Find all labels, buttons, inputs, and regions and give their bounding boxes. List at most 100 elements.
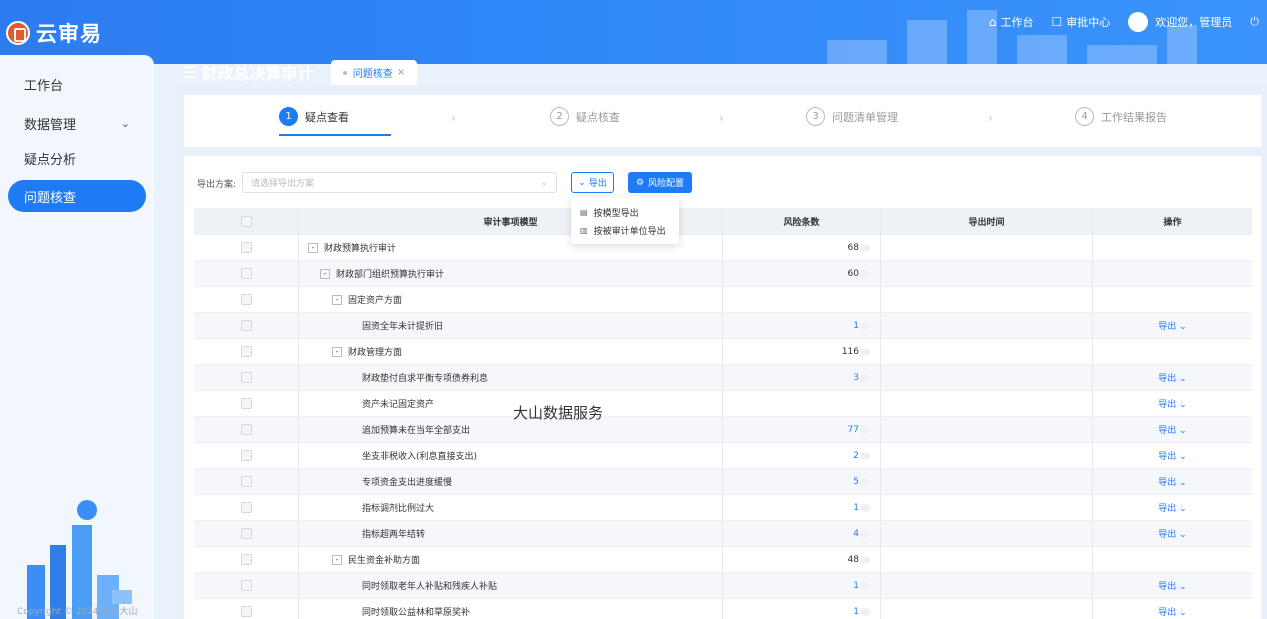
menu-item-export-by-unit[interactable]: ▥ 按被审计单位导出 xyxy=(571,221,679,239)
step-number: 1 xyxy=(279,107,298,126)
row-export-link[interactable]: 导出 ⌄ xyxy=(1158,449,1186,462)
sidebar-item-workbench[interactable]: 工作台 xyxy=(8,68,146,100)
risk-count[interactable]: 3 xyxy=(723,365,881,391)
risk-config-button[interactable]: ⚙ 风险配置 xyxy=(628,172,692,193)
checkbox[interactable] xyxy=(240,580,252,591)
export-plan-label: 导出方案: xyxy=(197,180,237,190)
checkbox[interactable] xyxy=(240,502,252,513)
checkbox[interactable] xyxy=(240,554,252,565)
chevron-down-icon: ⌄ xyxy=(1176,582,1187,592)
checkbox[interactable] xyxy=(240,372,252,383)
collapse-icon[interactable]: - xyxy=(332,294,342,305)
row-export-link[interactable]: 导出 ⌄ xyxy=(1158,397,1186,410)
risk-count-value: 1 xyxy=(853,606,859,617)
sidebar-item-suspect-analysis[interactable]: 疑点分析 xyxy=(8,142,146,174)
risk-count[interactable]: 1 xyxy=(723,573,881,599)
app-logo[interactable]: 云审易 xyxy=(6,18,102,48)
row-export-link[interactable]: 导出 ⌄ xyxy=(1158,319,1186,332)
app-name: 云审易 xyxy=(36,22,102,46)
export-button[interactable]: ⌄ 导出 xyxy=(571,172,614,193)
approval-center-link[interactable]: ☐ 审批中心 xyxy=(1052,14,1111,30)
row-select[interactable] xyxy=(194,287,299,313)
close-icon[interactable]: × xyxy=(397,67,405,78)
step-2[interactable]: 2 疑点核查 xyxy=(550,107,620,126)
row-select[interactable] xyxy=(194,599,299,619)
checkbox[interactable] xyxy=(240,320,252,331)
checkbox[interactable] xyxy=(240,424,252,435)
row-export-link[interactable]: 导出 ⌄ xyxy=(1158,423,1186,436)
checkbox[interactable] xyxy=(240,398,252,409)
risk-count[interactable]: 1 xyxy=(723,313,881,339)
collapse-icon[interactable]: - xyxy=(308,242,318,253)
row-select[interactable] xyxy=(194,313,299,339)
export-time xyxy=(881,417,1093,443)
step-1[interactable]: 1 疑点查看 xyxy=(279,107,349,126)
row-export-link[interactable]: 导出 ⌄ xyxy=(1158,371,1186,384)
row-select[interactable] xyxy=(194,339,299,365)
user-menu[interactable]: 欢迎您，管理员 xyxy=(1128,12,1232,32)
step-label: 问题清单管理 xyxy=(832,110,898,124)
row-export-label: 导出 xyxy=(1158,478,1177,488)
sidebar-item-data-management[interactable]: 数据管理 ⌄ xyxy=(8,107,146,139)
redaction-mark xyxy=(860,373,870,382)
model-name: 民生资金补助方面 xyxy=(348,556,421,566)
header-select-all[interactable] xyxy=(194,208,299,235)
tab-issue-verification[interactable]: 问题核查 × xyxy=(331,60,417,85)
row-select[interactable] xyxy=(194,495,299,521)
checkbox[interactable] xyxy=(240,242,252,253)
export-time xyxy=(881,313,1093,339)
building-icon: ▥ xyxy=(580,225,588,235)
chevron-down-icon: ⌄ xyxy=(120,116,130,130)
menu-icon[interactable]: ☰ xyxy=(183,63,197,82)
risk-count[interactable] xyxy=(723,391,881,417)
row-select[interactable] xyxy=(194,365,299,391)
step-3[interactable]: 3 问题清单管理 xyxy=(806,107,898,126)
risk-count[interactable]: 1 xyxy=(723,495,881,521)
row-export-link[interactable]: 导出 ⌄ xyxy=(1158,475,1186,488)
row-select[interactable] xyxy=(194,573,299,599)
risk-count: 68 xyxy=(723,235,881,261)
collapse-icon[interactable]: - xyxy=(332,554,342,565)
row-export-link[interactable]: 导出 ⌄ xyxy=(1158,527,1186,540)
risk-count: 48 xyxy=(723,547,881,573)
menu-item-export-by-model[interactable]: ▤ 按模型导出 xyxy=(571,203,679,221)
export-plan-select[interactable]: 请选择导出方案 ⌄ xyxy=(242,172,557,193)
collapse-icon[interactable]: - xyxy=(320,268,330,279)
checkbox[interactable] xyxy=(240,215,252,227)
row-select[interactable] xyxy=(194,391,299,417)
checkbox[interactable] xyxy=(240,268,252,279)
redaction-mark xyxy=(860,607,870,616)
row-select[interactable] xyxy=(194,235,299,261)
risk-count[interactable]: 77 xyxy=(723,417,881,443)
row-export-link[interactable]: 导出 ⌄ xyxy=(1158,501,1186,514)
checkbox[interactable] xyxy=(240,528,252,539)
checkbox[interactable] xyxy=(240,450,252,461)
collapse-icon[interactable]: - xyxy=(332,346,342,357)
table-row: - 财政预算执行审计 68 xyxy=(194,235,1252,261)
row-select[interactable] xyxy=(194,261,299,287)
checkbox[interactable] xyxy=(240,346,252,357)
step-4[interactable]: 4 工作结果报告 xyxy=(1075,107,1167,126)
checkbox[interactable] xyxy=(240,606,252,617)
row-export-link[interactable]: 导出 ⌄ xyxy=(1158,579,1186,592)
export-time xyxy=(881,365,1093,391)
chevron-down-icon: ⌄ xyxy=(1176,322,1187,332)
risk-count[interactable]: 5 xyxy=(723,469,881,495)
risk-count-value: 116 xyxy=(841,346,859,357)
model-cell: 指标调剂比例过大 xyxy=(299,495,723,521)
sidebar-item-issue-verification[interactable]: 问题核查 xyxy=(8,180,146,212)
checkbox[interactable] xyxy=(240,476,252,487)
row-select[interactable] xyxy=(194,521,299,547)
logout-button[interactable]: ⏻ xyxy=(1250,15,1259,29)
row-export-link[interactable]: 导出 ⌄ xyxy=(1158,605,1186,618)
workbench-link[interactable]: ⌂ 工作台 xyxy=(989,14,1034,30)
checkbox[interactable] xyxy=(240,294,252,305)
row-select[interactable] xyxy=(194,547,299,573)
risk-count[interactable]: 2 xyxy=(723,443,881,469)
risk-count[interactable]: 1 xyxy=(723,599,881,619)
risk-count[interactable]: 4 xyxy=(723,521,881,547)
row-select[interactable] xyxy=(194,443,299,469)
row-select[interactable] xyxy=(194,469,299,495)
row-select[interactable] xyxy=(194,417,299,443)
redaction-mark xyxy=(860,425,870,434)
